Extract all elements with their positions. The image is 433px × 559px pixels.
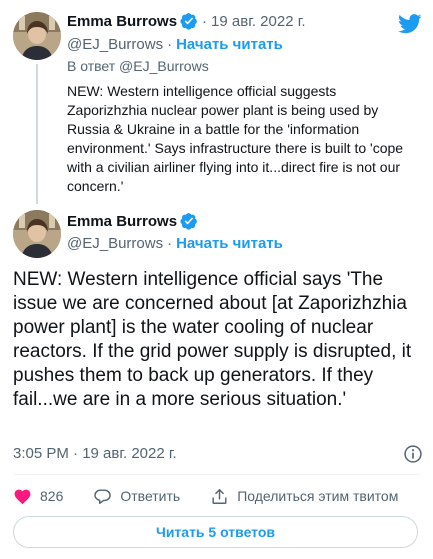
thread-connector-line <box>36 64 38 204</box>
main-tweet-text: NEW: Western intelligence official says … <box>13 269 412 410</box>
author-name[interactable]: Emma Burrows <box>67 13 177 30</box>
tweet-meta: 3:05 PM · 19 авг. 2022 г. <box>13 445 423 465</box>
reply-label: Ответить <box>120 488 181 504</box>
reply-to-label[interactable]: В ответ @EJ_Burrows <box>67 58 209 74</box>
follow-button[interactable]: Начать читать <box>176 235 283 252</box>
tweet-embed-card: Emma Burrows · 19 авг. 2022 г. @EJ_Burro… <box>0 0 433 559</box>
share-button[interactable]: Поделиться этим твитом <box>210 487 398 506</box>
like-button[interactable]: 826 <box>13 487 63 506</box>
info-icon[interactable] <box>403 444 423 464</box>
handle-row: @EJ_Burrows · Начать читать <box>67 36 283 53</box>
verified-badge-icon <box>180 213 197 230</box>
verified-badge-icon <box>180 13 197 30</box>
tweet-timestamp[interactable]: 3:05 PM · 19 авг. 2022 г. <box>13 445 177 462</box>
author-row: Emma Burrows · 19 авг. 2022 г. <box>67 12 306 30</box>
avatar[interactable] <box>13 210 61 258</box>
author-row: Emma Burrows <box>67 212 198 230</box>
twitter-bird-icon[interactable] <box>398 14 422 34</box>
author-handle[interactable]: @EJ_Burrows <box>67 36 163 53</box>
reply-bubble-icon <box>94 488 112 504</box>
avatar[interactable] <box>13 12 61 60</box>
separator-dot: · <box>167 36 173 53</box>
share-label: Поделиться этим твитом <box>237 488 399 504</box>
share-upload-icon <box>212 488 227 504</box>
follow-button[interactable]: Начать читать <box>176 36 283 53</box>
heart-icon <box>14 489 31 504</box>
like-count: 826 <box>40 488 64 504</box>
handle-row: @EJ_Burrows · Начать читать <box>67 235 283 252</box>
author-handle[interactable]: @EJ_Burrows <box>67 235 163 252</box>
tweet-actions: 826 Ответить Поделиться этим твитом <box>13 485 398 507</box>
parent-tweet-text: NEW: Western intelligence official sugge… <box>67 83 404 194</box>
divider <box>13 474 420 475</box>
separator-dot: · <box>202 12 208 30</box>
author-name[interactable]: Emma Burrows <box>67 213 177 230</box>
reply-button[interactable]: Ответить <box>93 487 180 506</box>
separator-dot: · <box>167 235 173 252</box>
read-replies-button[interactable]: Читать 5 ответов <box>13 516 418 548</box>
tweet-date[interactable]: 19 авг. 2022 г. <box>211 13 305 30</box>
